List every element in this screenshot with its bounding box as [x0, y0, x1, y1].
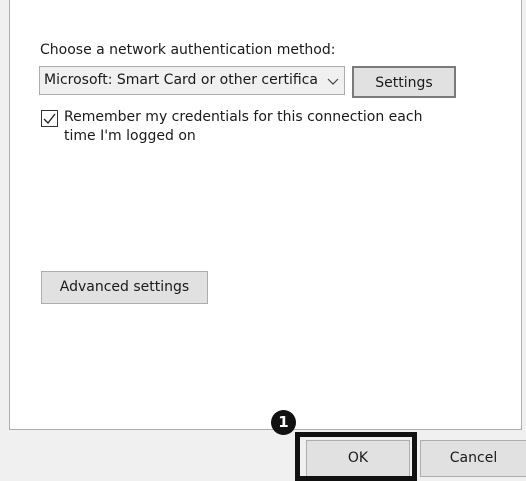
ok-button-highlight [295, 432, 417, 481]
authentication-panel [9, 0, 522, 430]
cancel-button[interactable]: Cancel [420, 440, 526, 477]
chevron-down-icon [326, 74, 340, 88]
auth-method-dropdown[interactable]: Microsoft: Smart Card or other certifica [39, 66, 345, 95]
settings-button[interactable]: Settings [352, 66, 456, 98]
auth-method-label: Choose a network authentication method: [40, 42, 336, 58]
auth-method-selected-value: Microsoft: Smart Card or other certifica [44, 72, 318, 88]
advanced-settings-button[interactable]: Advanced settings [41, 271, 208, 304]
properties-dialog: Choose a network authentication method: … [0, 0, 526, 481]
remember-credentials-checkbox[interactable] [41, 110, 58, 127]
callout-number-badge: 1 [271, 410, 296, 435]
remember-credentials-label: Remember my credentials for this connect… [64, 109, 423, 144]
checkmark-icon [43, 113, 56, 125]
